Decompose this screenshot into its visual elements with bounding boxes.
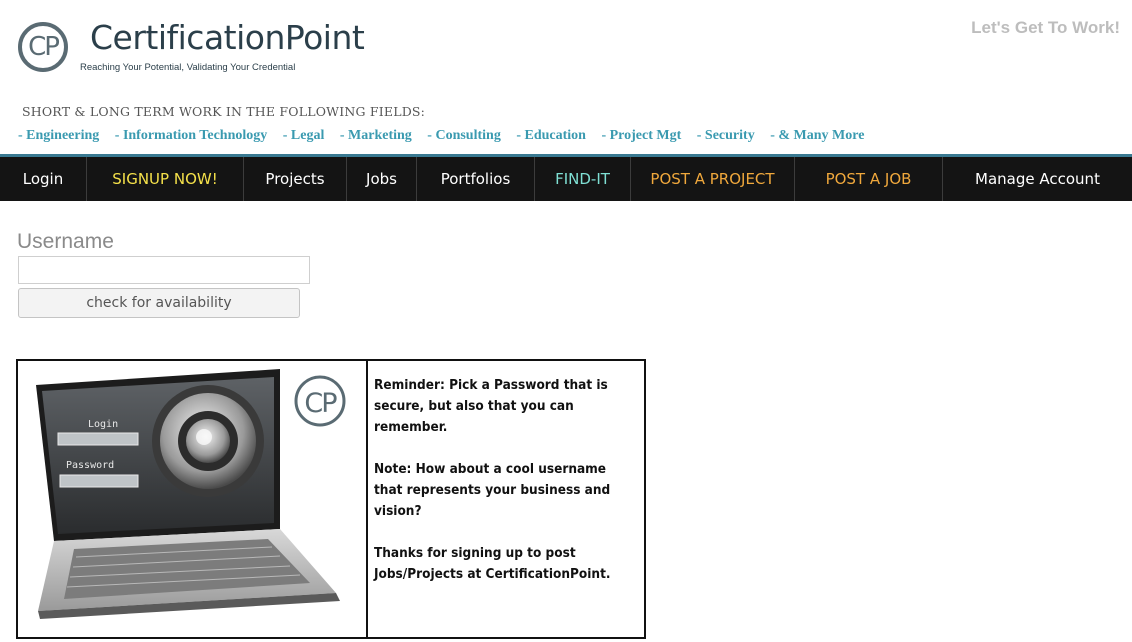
nav-portfolios[interactable]: Portfolios: [417, 157, 535, 201]
nav-signup[interactable]: SIGNUP NOW!: [87, 157, 244, 201]
info-text: Reminder: Pick a Password that is secure…: [368, 361, 644, 637]
nav-post-project[interactable]: POST A PROJECT: [631, 157, 795, 201]
nav-jobs[interactable]: Jobs: [347, 157, 417, 201]
thanks-text: Thanks for signing up to post Jobs/Proje…: [374, 545, 611, 582]
field-link-legal[interactable]: - Legal: [283, 128, 325, 143]
image-password-label: Password: [66, 460, 114, 471]
field-link-project-mgt[interactable]: - Project Mgt: [601, 128, 681, 143]
site-tagline: Reaching Your Potential, Validating Your…: [80, 62, 296, 73]
fields-list: - Engineering - Information Technology -…: [18, 128, 876, 144]
username-label: Username: [17, 230, 114, 253]
info-panel: Login Password CP Reminder: Pick a Passw…: [16, 359, 646, 639]
image-login-label: Login: [88, 419, 118, 430]
field-link-security[interactable]: - Security: [697, 128, 755, 143]
site-title: CertificationPoint: [90, 18, 365, 57]
note-text: Note: How about a cool username that rep…: [374, 461, 611, 519]
logo-icon: CP: [18, 22, 68, 72]
nav-projects[interactable]: Projects: [244, 157, 347, 201]
field-link-consulting[interactable]: - Consulting: [427, 128, 501, 143]
field-link-engineering[interactable]: - Engineering: [18, 128, 99, 143]
laptop-security-image: Login Password CP: [18, 361, 368, 637]
nav-login[interactable]: Login: [0, 157, 87, 201]
nav-manage-account[interactable]: Manage Account: [943, 157, 1132, 201]
field-link-marketing[interactable]: - Marketing: [340, 128, 412, 143]
laptop-illustration: Login Password CP: [36, 369, 346, 619]
username-input[interactable]: [18, 256, 310, 284]
field-link-many-more[interactable]: - & Many More: [770, 128, 864, 143]
nav-find-it[interactable]: FIND-IT: [535, 157, 631, 201]
field-link-it[interactable]: - Information Technology: [115, 128, 267, 143]
fields-heading: SHORT & LONG TERM WORK IN THE FOLLOWING …: [22, 104, 426, 119]
slogan: Let's Get To Work!: [971, 18, 1120, 37]
field-link-education[interactable]: - Education: [516, 128, 586, 143]
check-availability-button[interactable]: check for availability: [18, 288, 300, 318]
main-navbar: Login SIGNUP NOW! Projects Jobs Portfoli…: [0, 154, 1132, 201]
svg-text:CP: CP: [304, 388, 337, 419]
nav-post-job[interactable]: POST A JOB: [795, 157, 943, 201]
reminder-text: Reminder: Pick a Password that is secure…: [374, 377, 608, 435]
